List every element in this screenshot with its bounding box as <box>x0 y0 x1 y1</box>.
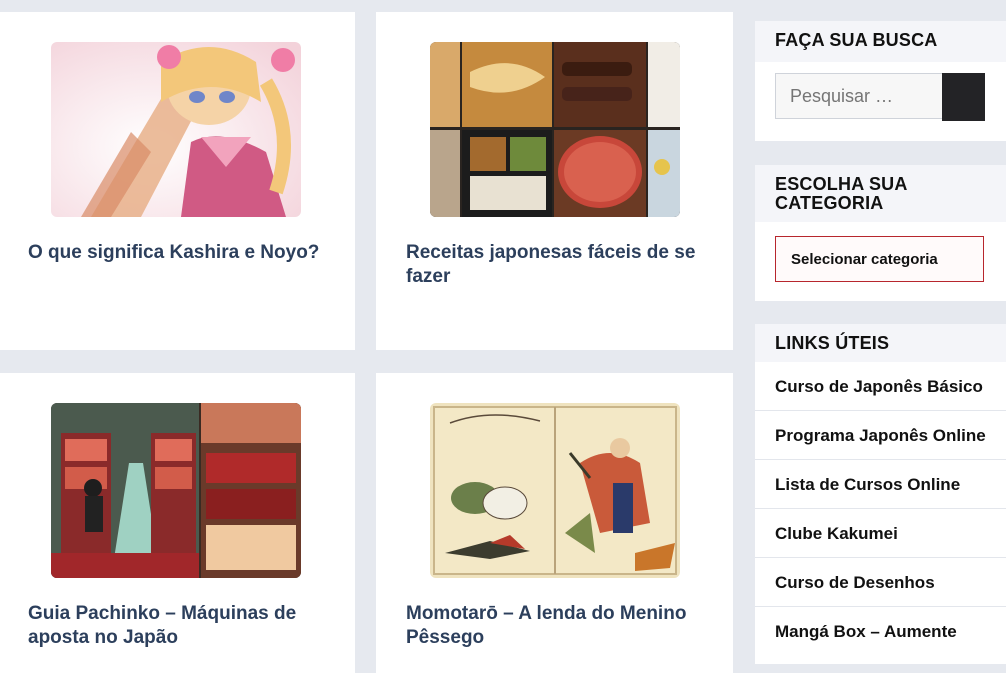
search-form <box>775 73 985 121</box>
useful-link-item[interactable]: Programa Japonês Online <box>755 410 1006 459</box>
useful-links-title: LINKS ÚTEIS <box>755 324 1006 362</box>
useful-link-item[interactable]: Mangá Box – Aumente <box>755 606 1006 655</box>
post-card: Guia Pachinko – Máquinas de aposta no Ja… <box>0 373 355 673</box>
useful-link-item[interactable]: Lista de Cursos Online <box>755 459 1006 508</box>
post-title-link[interactable]: Receitas japonesas fáceis de se fazer <box>406 241 706 289</box>
post-title-link[interactable]: Momotarō – A lenda do Menino Pêssego <box>406 602 706 650</box>
search-widget: FAÇA SUA BUSCA <box>755 21 1006 141</box>
useful-links-widget: LINKS ÚTEIS Curso de Japonês Básico Prog… <box>755 324 1006 664</box>
useful-link-item[interactable]: Curso de Japonês Básico <box>755 362 1006 410</box>
post-card: O que significa Kashira e Noyo? <box>0 12 355 350</box>
category-select[interactable]: Selecionar categoria <box>775 236 984 282</box>
category-widget: ESCOLHA SUA CATEGORIA Selecionar categor… <box>755 165 1006 301</box>
post-thumbnail[interactable] <box>430 403 680 578</box>
useful-link-item[interactable]: Clube Kakumei <box>755 508 1006 557</box>
post-thumbnail[interactable] <box>51 403 301 578</box>
post-card: Receitas japonesas fáceis de se fazer <box>376 12 733 350</box>
post-title-link[interactable]: O que significa Kashira e Noyo? <box>28 241 328 265</box>
post-thumbnail[interactable] <box>430 42 680 217</box>
search-input[interactable] <box>775 73 942 119</box>
category-widget-title: ESCOLHA SUA CATEGORIA <box>755 165 1006 222</box>
post-card: Momotarō – A lenda do Menino Pêssego <box>376 373 733 673</box>
useful-link-item[interactable]: Curso de Desenhos <box>755 557 1006 606</box>
useful-links-list: Curso de Japonês Básico Programa Japonês… <box>755 362 1006 655</box>
search-widget-title: FAÇA SUA BUSCA <box>755 21 1006 62</box>
post-thumbnail[interactable] <box>51 42 301 217</box>
search-button[interactable] <box>942 73 985 121</box>
post-title-link[interactable]: Guia Pachinko – Máquinas de aposta no Ja… <box>28 602 328 650</box>
